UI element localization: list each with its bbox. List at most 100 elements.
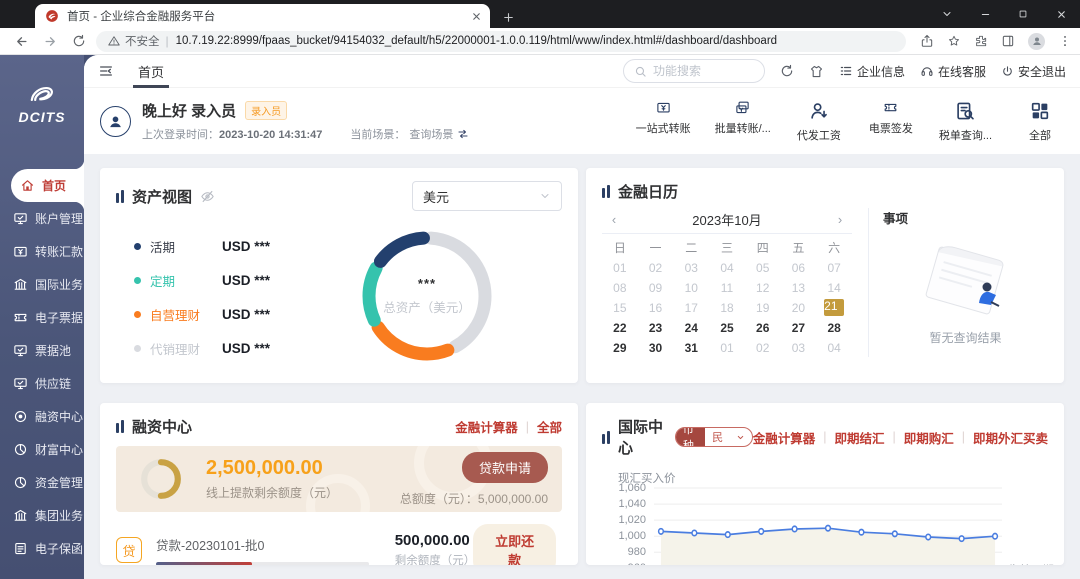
calendar-day[interactable]: 05 xyxy=(745,258,781,277)
sidebar-item-集团业务[interactable]: 集团业务 xyxy=(0,499,84,532)
share-icon[interactable] xyxy=(920,34,934,48)
eye-off-icon[interactable] xyxy=(200,189,215,204)
back-icon[interactable] xyxy=(14,34,29,49)
repay-now-button[interactable]: 立即还款 xyxy=(473,524,556,565)
international-link-即期外汇买卖[interactable]: 即期外汇买卖 xyxy=(973,428,1048,447)
quick-action-全部[interactable]: 全部 xyxy=(1016,100,1064,143)
quick-action-批量转账/...[interactable]: 批量转账/... xyxy=(715,100,771,136)
calendar-day[interactable]: 13 xyxy=(781,278,817,297)
quick-action-一站式转账[interactable]: 一站式转账 xyxy=(636,100,691,136)
currency-type-tag: 币种 xyxy=(676,428,705,446)
calendar-day[interactable]: 04 xyxy=(816,338,852,357)
calendar-day[interactable]: 09 xyxy=(638,278,674,297)
calendar-day[interactable]: 10 xyxy=(673,278,709,297)
refresh-page-icon[interactable] xyxy=(780,64,794,78)
calendar-day[interactable]: 18 xyxy=(709,298,745,317)
calendar-day[interactable]: 12 xyxy=(745,278,781,297)
international-link-即期结汇[interactable]: 即期结汇 xyxy=(834,428,884,447)
collapse-sidebar-icon[interactable] xyxy=(98,63,114,79)
browser-tab[interactable]: 首页 - 企业综合金融服务平台 xyxy=(35,4,490,28)
topbar-link-安全退出[interactable]: 安全退出 xyxy=(1001,63,1066,80)
calendar-day[interactable]: 11 xyxy=(709,278,745,297)
url-bar[interactable]: 不安全 | 10.7.19.22:8999/fpaas_bucket/94154… xyxy=(96,31,906,52)
weekday-header: 五 xyxy=(781,238,817,257)
international-link-金融计算器[interactable]: 金融计算器 xyxy=(753,428,816,447)
calendar-day[interactable]: 02 xyxy=(638,258,674,277)
calendar-day[interactable]: 01 xyxy=(709,338,745,357)
calendar-day[interactable]: 21 xyxy=(816,298,852,317)
loan-apply-button[interactable]: 贷款申请 xyxy=(462,452,548,483)
quick-action-税单查询...[interactable]: 税单查询... xyxy=(939,100,992,143)
calendar-prev-icon[interactable]: ‹ xyxy=(602,212,626,227)
calendar-day[interactable]: 07 xyxy=(816,258,852,277)
sidebar-item-电子票据[interactable]: 电子票据 xyxy=(0,301,84,334)
calendar-day[interactable]: 28 xyxy=(816,318,852,337)
calendar-day[interactable]: 29 xyxy=(602,338,638,357)
theme-skin-icon[interactable] xyxy=(809,64,824,79)
calendar-day[interactable]: 03 xyxy=(673,258,709,277)
calendar-day[interactable]: 16 xyxy=(638,298,674,317)
window-minimize-icon[interactable] xyxy=(966,0,1004,28)
calendar-day[interactable]: 22 xyxy=(602,318,638,337)
extensions-icon[interactable] xyxy=(974,34,988,48)
calendar-day[interactable]: 25 xyxy=(709,318,745,337)
calendar-day[interactable]: 20 xyxy=(781,298,817,317)
sidebar-item-供应链[interactable]: 供应链 xyxy=(0,367,84,400)
quick-action-电票签发[interactable]: 电票签发 xyxy=(867,100,915,136)
browser-profile-avatar[interactable] xyxy=(1028,33,1045,50)
calendar-day[interactable]: 17 xyxy=(673,298,709,317)
forward-icon[interactable] xyxy=(43,34,58,49)
calendar-day[interactable]: 15 xyxy=(602,298,638,317)
window-close-icon[interactable] xyxy=(1042,0,1080,28)
calendar-day[interactable]: 01 xyxy=(602,258,638,277)
legend-row-代销理财: 代销理财USD *** xyxy=(134,331,352,365)
calendar-day[interactable]: 08 xyxy=(602,278,638,297)
calendar-day[interactable]: 03 xyxy=(781,338,817,357)
bookmark-star-icon[interactable] xyxy=(947,34,961,48)
financing-link-金融计算器[interactable]: 金融计算器 xyxy=(455,417,518,436)
calendar-day[interactable]: 23 xyxy=(638,318,674,337)
window-maximize-icon[interactable] xyxy=(1004,0,1042,28)
new-tab-button[interactable] xyxy=(502,11,515,24)
function-search[interactable] xyxy=(623,59,765,83)
calendar-day[interactable]: 02 xyxy=(745,338,781,357)
switch-scene-icon[interactable] xyxy=(457,128,469,140)
calendar-day[interactable]: 26 xyxy=(745,318,781,337)
calendar-day[interactable]: 27 xyxy=(781,318,817,337)
sidebar-item-账户管理[interactable]: 账户管理 xyxy=(0,202,84,235)
search-input[interactable] xyxy=(653,64,754,78)
topbar-link-在线客服[interactable]: 在线客服 xyxy=(920,63,986,80)
side-panel-icon[interactable] xyxy=(1001,34,1015,48)
quick-action-代发工资[interactable]: 代发工资 xyxy=(795,100,843,143)
sidebar-item-首页[interactable]: 首页 xyxy=(11,169,84,202)
sidebar-nav: 首页账户管理转账汇款国际业务电子票据票据池供应链融资中心财富中心资金管理集团业务… xyxy=(0,169,84,565)
sidebar-item-label: 资金管理 xyxy=(35,474,83,491)
calendar-widget: ‹ 2023年10月 › 日一二三四五六01020304050607080910… xyxy=(602,206,852,357)
sidebar-item-财富中心[interactable]: 财富中心 xyxy=(0,433,84,466)
international-link-即期购汇[interactable]: 即期购汇 xyxy=(904,428,954,447)
page-tab-home[interactable]: 首页 xyxy=(136,55,166,88)
sidebar-item-国际业务[interactable]: 国际业务 xyxy=(0,268,84,301)
link-separator: | xyxy=(892,430,895,444)
sidebar-item-转账汇款[interactable]: 转账汇款 xyxy=(0,235,84,268)
browser-menu-icon[interactable] xyxy=(1058,34,1072,48)
calendar-day[interactable]: 14 xyxy=(816,278,852,297)
financing-link-全部[interactable]: 全部 xyxy=(537,417,562,436)
calendar-day[interactable]: 24 xyxy=(673,318,709,337)
sidebar-item-电子保函[interactable]: 电子保函 xyxy=(0,532,84,565)
currency-select[interactable]: 美元 xyxy=(412,181,562,211)
window-menu-chevron-icon[interactable] xyxy=(928,0,966,28)
topbar-link-企业信息[interactable]: 企业信息 xyxy=(839,63,905,80)
calendar-day[interactable]: 04 xyxy=(709,258,745,277)
sidebar-item-资金管理[interactable]: 资金管理 xyxy=(0,466,84,499)
tab-close-icon[interactable] xyxy=(471,11,482,22)
calendar-day[interactable]: 30 xyxy=(638,338,674,357)
calendar-day[interactable]: 19 xyxy=(745,298,781,317)
calendar-next-icon[interactable]: › xyxy=(828,212,852,227)
sidebar-item-融资中心[interactable]: 融资中心 xyxy=(0,400,84,433)
calendar-day[interactable]: 06 xyxy=(781,258,817,277)
sidebar-item-票据池[interactable]: 票据池 xyxy=(0,334,84,367)
currency-type-select[interactable]: 币种 人民币 xyxy=(675,427,753,447)
calendar-day[interactable]: 31 xyxy=(673,338,709,357)
reload-icon[interactable] xyxy=(72,34,86,48)
